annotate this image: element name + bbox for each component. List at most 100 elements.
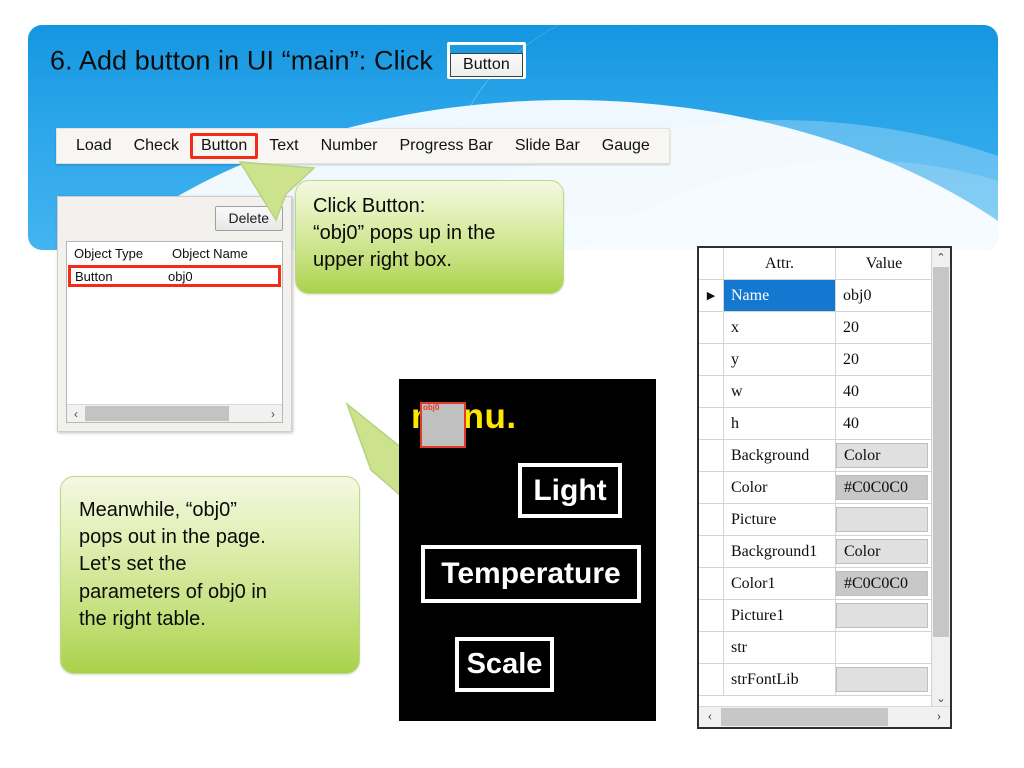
property-attr-name: Name: [724, 280, 836, 311]
column-header-attr: Attr.: [724, 248, 836, 279]
property-value-x[interactable]: 20: [836, 312, 932, 343]
property-value-picture[interactable]: [836, 507, 928, 532]
property-row-picture1[interactable]: Picture1: [699, 600, 932, 632]
callout-bottom-line1: Meanwhile, “obj0”: [79, 499, 237, 521]
property-value-str[interactable]: [836, 632, 932, 663]
scroll-right-icon[interactable]: ›: [928, 709, 950, 725]
scroll-right-icon[interactable]: ›: [264, 408, 282, 420]
property-row-background1[interactable]: Background1 Color: [699, 536, 932, 568]
property-value-y[interactable]: 20: [836, 344, 932, 375]
callout-top: Click Button: “obj0” pops up in the uppe…: [295, 180, 564, 294]
property-value-background1[interactable]: Color: [836, 539, 928, 564]
property-value-h[interactable]: 40: [836, 408, 932, 439]
toolbar-item-check[interactable]: Check: [123, 134, 190, 158]
property-attr-x: x: [724, 312, 836, 343]
object-list-horizontal-scrollbar[interactable]: ‹ ›: [67, 404, 282, 422]
property-attr-w: w: [724, 376, 836, 407]
property-value-name[interactable]: obj0: [836, 280, 932, 311]
scroll-left-icon[interactable]: ‹: [699, 709, 721, 725]
property-grid-table: Attr. Value ▶ Name obj0 x 20 y 20 w 40 h…: [699, 248, 932, 707]
property-value-picture1[interactable]: [836, 603, 928, 628]
row-marker-icon: ▶: [699, 280, 724, 311]
property-value-strfontlib[interactable]: [836, 667, 928, 692]
property-row-picture[interactable]: Picture: [699, 504, 932, 536]
table-row[interactable]: Button obj0: [68, 265, 281, 287]
object-list-grid: Object Type Object Name Button obj0 ‹ ›: [66, 241, 283, 423]
row-marker-blank: [699, 376, 724, 407]
property-row-color[interactable]: Color #C0C0C0: [699, 472, 932, 504]
row-marker-blank: [699, 536, 724, 567]
toolbar-item-text[interactable]: Text: [258, 134, 309, 158]
scrollbar-thumb[interactable]: [85, 406, 229, 421]
property-value-color1[interactable]: #C0C0C0: [836, 571, 928, 596]
row-marker-blank: [699, 344, 724, 375]
property-row-strfontlib[interactable]: strFontLib: [699, 664, 932, 696]
property-attr-strfontlib: strFontLib: [724, 664, 836, 695]
property-attr-y: y: [724, 344, 836, 375]
property-value-background[interactable]: Color: [836, 443, 928, 468]
scroll-up-icon[interactable]: ⌃: [932, 248, 950, 266]
property-grid-window: Attr. Value ▶ Name obj0 x 20 y 20 w 40 h…: [697, 246, 952, 729]
callout-bottom-line5: the right table.: [79, 607, 206, 630]
vertical-scrollbar-thumb[interactable]: [933, 267, 949, 637]
toolbar-item-progress-bar[interactable]: Progress Bar: [388, 134, 503, 158]
row-marker-column-header: [699, 248, 724, 279]
row-marker-blank: [699, 472, 724, 503]
toolbar-item-slide-bar[interactable]: Slide Bar: [504, 134, 591, 158]
preview-button-light[interactable]: Light: [518, 463, 622, 518]
property-value-w[interactable]: 40: [836, 376, 932, 407]
slide-canvas: 6. Add button in UI “main”: Click Button …: [0, 0, 1024, 768]
property-grid-horizontal-scrollbar[interactable]: ‹ ›: [699, 706, 950, 727]
property-grid-header: Attr. Value: [699, 248, 932, 280]
toolbar-item-load[interactable]: Load: [65, 134, 123, 158]
preview-button-scale[interactable]: Scale: [455, 637, 554, 692]
property-attr-background1: Background1: [724, 536, 836, 567]
horizontal-scrollbar-thumb[interactable]: [721, 708, 888, 726]
callout-top-text: Click Button: “obj0” pops up in the uppe…: [296, 181, 563, 275]
preview-button-temperature[interactable]: Temperature: [421, 545, 641, 603]
object-list-body: Button obj0: [67, 265, 282, 289]
scroll-down-icon[interactable]: ⌄: [932, 689, 950, 707]
toolbar-item-gauge[interactable]: Gauge: [591, 134, 661, 158]
property-attr-picture: Picture: [724, 504, 836, 535]
row-marker-blank: [699, 568, 724, 599]
property-row-y[interactable]: y 20: [699, 344, 932, 376]
callout-bottom-text: Meanwhile, “obj0” pops out in the page. …: [61, 477, 359, 633]
property-attr-str: str: [724, 632, 836, 663]
preview-obj0-widget[interactable]: obj0: [420, 402, 466, 448]
property-value-color[interactable]: #C0C0C0: [836, 475, 928, 500]
toolbar-item-number[interactable]: Number: [310, 134, 389, 158]
row-marker-blank: [699, 632, 724, 663]
scroll-left-icon[interactable]: ‹: [67, 408, 85, 420]
callout-bottom-line4: parameters of obj0 in: [79, 580, 267, 603]
property-row-color1[interactable]: Color1 #C0C0C0: [699, 568, 932, 600]
preview-obj0-tag: obj0: [423, 403, 440, 412]
property-row-str[interactable]: str: [699, 632, 932, 664]
row-marker-blank: [699, 664, 724, 695]
property-grid-vertical-scrollbar[interactable]: ⌃ ⌄: [931, 248, 950, 707]
toolbar-item-button[interactable]: Button: [189, 133, 259, 159]
page-title: 6. Add button in UI “main”: Click Button: [50, 42, 526, 81]
property-attr-color: Color: [724, 472, 836, 503]
property-row-name[interactable]: ▶ Name obj0: [699, 280, 932, 312]
row-marker-blank: [699, 312, 724, 343]
object-list-window: Delete Object Type Object Name Button ob…: [57, 196, 292, 432]
callout-top-line3: upper right box.: [313, 249, 452, 272]
object-list-header: Object Type Object Name: [67, 242, 282, 265]
property-attr-color1: Color1: [724, 568, 836, 599]
property-attr-h: h: [724, 408, 836, 439]
row-marker-blank: [699, 504, 724, 535]
cell-object-name: obj0: [168, 268, 193, 284]
callout-bottom: Meanwhile, “obj0” pops out in the page. …: [60, 476, 360, 674]
property-attr-picture1: Picture1: [724, 600, 836, 631]
inline-button-label: Button: [449, 53, 523, 77]
row-marker-blank: [699, 600, 724, 631]
property-row-h[interactable]: h 40: [699, 408, 932, 440]
column-header-object-type: Object Type: [74, 246, 144, 261]
property-row-w[interactable]: w 40: [699, 376, 932, 408]
widget-toolbar: Load Check Button Text Number Progress B…: [56, 128, 670, 164]
property-row-x[interactable]: x 20: [699, 312, 932, 344]
inline-button-graphic: Button: [446, 42, 526, 79]
row-marker-blank: [699, 440, 724, 471]
property-row-background[interactable]: Background Color: [699, 440, 932, 472]
